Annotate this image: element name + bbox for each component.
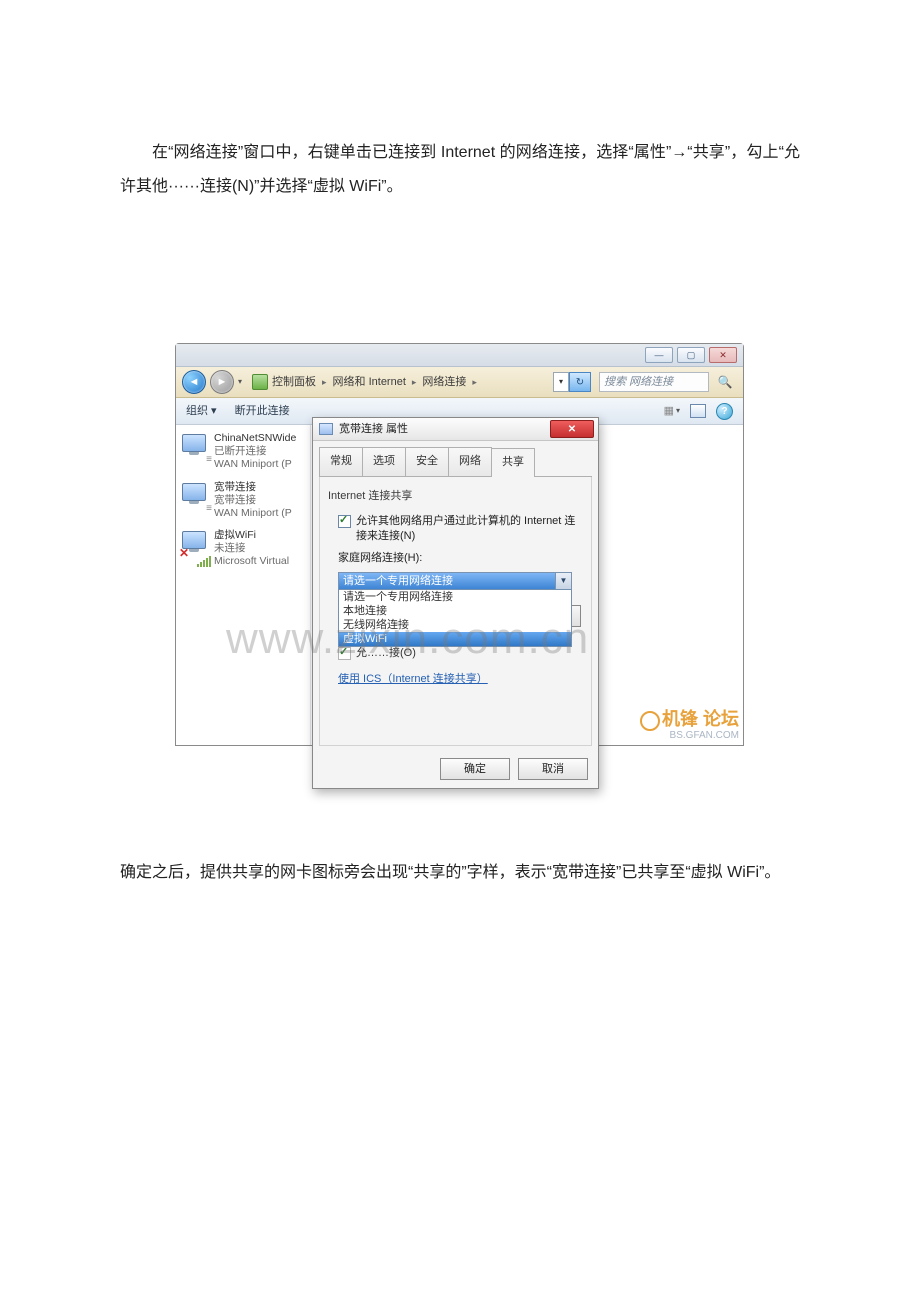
tab-sharing[interactable]: 共享 [491, 448, 535, 477]
crumb-network-connections[interactable]: 网络连接 [422, 371, 466, 394]
search-placeholder: 搜索 网络连接 [604, 371, 673, 394]
broadband-properties-dialog: 宽带连接 属性 ✕ 常规 选项 安全 网络 共享 Internet 连接共享 [312, 417, 599, 789]
crumb-control-panel[interactable]: 控制面板 [272, 371, 316, 394]
disconnected-icon: ✕ [179, 541, 189, 566]
address-dropdown[interactable]: ▾ [553, 372, 569, 392]
connection-name: 虚拟WiFi [214, 529, 289, 542]
connection-icon: ≡ [180, 432, 208, 468]
gfan-logo: 机锋 论坛 BS.GFAN.COM [640, 710, 739, 741]
connection-icon: ≡ [180, 481, 208, 517]
content-area: ≡ ChinaNetSNWide 已断开连接 WAN Miniport (P ≡ [176, 425, 743, 745]
toolbar-view-icon[interactable]: ▦ ▾ [664, 400, 680, 423]
dialog-titlebar: 宽带连接 属性 ✕ [313, 418, 598, 441]
connection-item-broadband[interactable]: ≡ 宽带连接 宽带连接 WAN Miniport (P [176, 478, 310, 526]
connection-status: 未连接 [214, 542, 289, 555]
toolbar-help-icon[interactable]: ? [716, 403, 733, 420]
connection-adapter: Microsoft Virtual [214, 555, 289, 568]
nav-history-dropdown[interactable]: ▾ [238, 374, 248, 391]
ics-help-link[interactable]: 使用 ICS（Internet 连接共享） [338, 673, 488, 685]
connection-item-chinanet[interactable]: ≡ ChinaNetSNWide 已断开连接 WAN Miniport (P [176, 429, 310, 477]
dialog-close-button[interactable]: ✕ [550, 420, 594, 438]
tab-options[interactable]: 选项 [362, 447, 406, 476]
toolbar-preview-pane-icon[interactable] [690, 404, 706, 418]
folder-icon [252, 374, 268, 390]
dialog-title: 宽带连接 属性 [339, 418, 544, 441]
home-connection-combo[interactable]: 请选一个专用网络连接 ▼ 请选一个专用网络连接 本地连接 无线网络连接 虚拟Wi… [338, 572, 572, 590]
toolbar-disconnect[interactable]: 断开此连接 [235, 400, 290, 423]
maximize-button[interactable]: ▢ [677, 347, 705, 363]
dialog-sysicon [319, 423, 333, 435]
wifi-signal-icon [197, 556, 211, 567]
connection-adapter: WAN Miniport (P [214, 507, 292, 520]
paragraph-1: 在“网络连接”窗口中，右键单击已连接到 Internet 的网络连接，选择“属性… [120, 136, 800, 203]
connection-adapter: WAN Miniport (P [214, 458, 296, 471]
group-title: Internet 连接共享 [328, 485, 583, 508]
address-bar: ◄ ► ▾ 控制面板 网络和 Internet 网络连接 ▾ ↻ 搜索 网络连接… [176, 367, 743, 398]
tab-general[interactable]: 常规 [319, 447, 363, 476]
home-connection-label: 家庭网络连接(H): [328, 547, 583, 570]
cancel-button[interactable]: 取消 [518, 758, 588, 780]
network-connections-window: — ▢ ✕ ◄ ► ▾ 控制面板 网络和 Internet 网络连接 ▾ ↻ [175, 343, 744, 746]
search-icon[interactable]: 🔍 [713, 371, 737, 393]
combo-dropdown-button[interactable]: ▼ [555, 573, 571, 589]
allow-sharing-checkbox-row[interactable]: 允许其他网络用户通过此计算机的 Internet 连接来连接(N) [328, 514, 583, 543]
connection-status: 已断开连接 [214, 445, 296, 458]
ok-button[interactable]: 确定 [440, 758, 510, 780]
screenshot: — ▢ ✕ ◄ ► ▾ 控制面板 网络和 Internet 网络连接 ▾ ↻ [175, 343, 800, 746]
nav-back-button[interactable]: ◄ [182, 370, 206, 394]
minimize-button[interactable]: — [645, 347, 673, 363]
bottom-margin [120, 906, 800, 1276]
sharing-panel: Internet 连接共享 允许其他网络用户通过此计算机的 Internet 连… [319, 477, 592, 746]
allow-sharing-label: 允许其他网络用户通过此计算机的 Internet 连接来连接(N) [356, 514, 583, 543]
connection-status: 宽带连接 [214, 494, 292, 507]
breadcrumb[interactable]: 控制面板 网络和 Internet 网络连接 [272, 371, 549, 394]
search-box[interactable]: 搜索 网络连接 [599, 372, 709, 392]
connection-item-virtual-wifi[interactable]: ✕ 虚拟WiFi 未连接 Microsoft Virtual [176, 526, 310, 574]
paragraph-2: 确定之后，提供共享的网卡图标旁会出现“共享的”字样，表示“宽带连接”已共享至“虚… [120, 856, 800, 890]
window-titlebar: — ▢ ✕ [176, 344, 743, 367]
connection-name: 宽带连接 [214, 481, 292, 494]
combo-option-highlighted[interactable]: 虚拟WiFi [339, 632, 571, 646]
combo-list: 请选一个专用网络连接 本地连接 无线网络连接 虚拟WiFi [338, 589, 572, 647]
connections-list: ≡ ChinaNetSNWide 已断开连接 WAN Miniport (P ≡ [176, 425, 311, 745]
dialog-tabs: 常规 选项 安全 网络 共享 [319, 447, 592, 477]
toolbar-organize[interactable]: 组织 ▾ [186, 400, 217, 423]
tab-network[interactable]: 网络 [448, 447, 492, 476]
checkbox-icon[interactable] [338, 515, 351, 528]
close-button[interactable]: ✕ [709, 347, 737, 363]
wan-icon: ≡ [206, 498, 212, 519]
tab-security[interactable]: 安全 [405, 447, 449, 476]
dialog-buttons: 确定 取消 [313, 752, 598, 788]
nav-forward-button[interactable]: ► [210, 370, 234, 394]
crumb-network-internet[interactable]: 网络和 Internet [333, 371, 406, 394]
connection-icon: ✕ [180, 529, 208, 565]
wan-icon: ≡ [206, 449, 212, 470]
refresh-button[interactable]: ↻ [569, 372, 591, 392]
connection-name: ChinaNetSNWide [214, 432, 296, 445]
